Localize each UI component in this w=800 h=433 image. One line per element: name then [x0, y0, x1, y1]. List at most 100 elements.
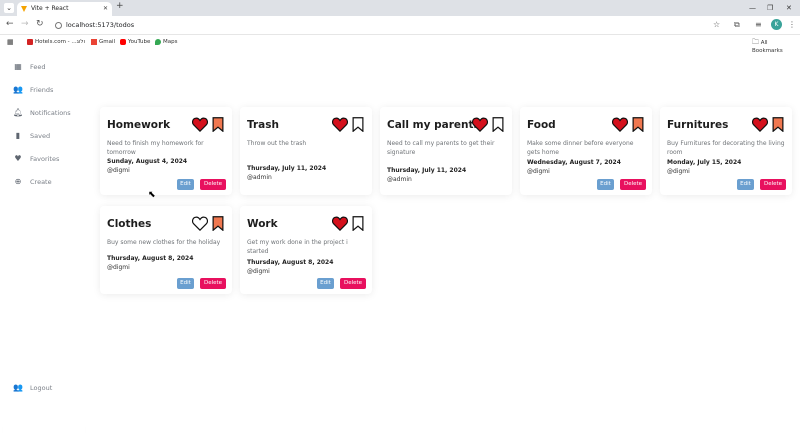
gmail-icon	[91, 38, 97, 45]
menu-icon[interactable]: ⋮	[788, 20, 796, 29]
heart-icon[interactable]	[191, 216, 209, 232]
profile-avatar[interactable]: K	[771, 19, 782, 30]
todo-title: Furnitures	[667, 119, 729, 131]
site-info-icon[interactable]	[55, 22, 62, 29]
edit-button[interactable]: Edit	[317, 278, 334, 289]
todo-author: @digmi	[107, 167, 130, 174]
minimize-icon[interactable]: —	[749, 0, 756, 16]
bookmark-icon[interactable]	[352, 117, 364, 133]
bookmark-label: Maps	[163, 39, 178, 45]
window-close-icon[interactable]: ✕	[786, 0, 792, 16]
sidebar-item-label: Notifications	[30, 109, 71, 117]
youtube-icon	[120, 38, 126, 45]
delete-button[interactable]: Delete	[200, 278, 226, 289]
star-icon[interactable]: ☆	[713, 20, 720, 29]
media-icon[interactable]: ≡	[755, 20, 762, 29]
delete-button[interactable]: Delete	[620, 179, 646, 190]
sidebar-item-saved[interactable]: ▮ Saved	[13, 131, 50, 141]
sidebar-item-favorites[interactable]: ♥ Favorites	[13, 154, 59, 164]
bookmark-icon[interactable]	[212, 216, 224, 232]
heart-icon[interactable]	[331, 216, 349, 232]
todo-title: Clothes	[107, 218, 152, 230]
tab-close-icon[interactable]: ✕	[103, 2, 108, 16]
todo-author: @digmi	[667, 168, 690, 175]
address-bar-row: ← → ↻ localhost:5173/todos ☆ ⧉ ≡ K ⋮	[0, 16, 800, 35]
sidebar-item-label: Friends	[30, 86, 54, 94]
todo-title: Homework	[107, 119, 171, 131]
bell-icon: 🔔︎	[13, 108, 24, 117]
todo-description: Buy Furnitures for decorating the living…	[667, 140, 785, 156]
folder-icon: 🗀	[752, 38, 759, 46]
delete-button[interactable]: Delete	[340, 278, 366, 289]
todo-description: Throw out the trash	[247, 140, 307, 147]
sidebar: ▦ Feed 👥 Friends 🔔︎ Notifications ▮ Saved ♥ F…	[0, 49, 90, 433]
todo-card: Work Get my work done in the project i s…	[240, 206, 372, 294]
todo-description: Make some dinner before everyone gets ho…	[527, 140, 634, 156]
todo-author: @admin	[247, 174, 272, 181]
todo-author: @digmi	[107, 264, 130, 271]
sidebar-item-notifications[interactable]: 🔔︎ Notifications	[13, 108, 71, 118]
todo-author: @digmi	[247, 268, 270, 275]
sidebar-item-feed[interactable]: ▦ Feed	[13, 62, 45, 72]
sidebar-item-create[interactable]: ⊕ Create	[13, 177, 52, 187]
bookmark-icon[interactable]	[492, 117, 504, 133]
todo-author: @admin	[387, 176, 412, 183]
hotels-icon	[27, 38, 33, 45]
heart-icon[interactable]	[751, 117, 769, 133]
bookmark-label: YouTube	[128, 39, 151, 45]
heart-icon[interactable]	[331, 117, 349, 133]
browser-tab[interactable]: Vite + React ✕	[17, 2, 112, 16]
todo-title: Call my parents	[387, 119, 480, 131]
todo-date: Thursday, July 11, 2024	[387, 167, 467, 174]
heart-icon[interactable]	[191, 117, 209, 133]
heart-icon[interactable]	[471, 117, 489, 133]
sidebar-item-friends[interactable]: 👥 Friends	[13, 85, 53, 95]
sidebar-item-label: Create	[30, 178, 52, 186]
delete-button[interactable]: Delete	[200, 179, 226, 190]
todo-title: Work	[247, 218, 278, 230]
sidebar-divider	[3, 421, 85, 433]
bookmark-icon[interactable]	[352, 216, 364, 232]
heart-icon[interactable]	[611, 117, 629, 133]
new-tab-icon[interactable]: +	[116, 1, 124, 11]
bookmark-gmail[interactable]: Gmail	[91, 38, 115, 46]
bookmark-icon[interactable]	[772, 117, 784, 133]
logout-button[interactable]: 👥 Logout	[13, 383, 52, 393]
browser-tab-bar: ⌄ Vite + React ✕ + — ❐ ✕	[0, 0, 800, 16]
todo-card: Trash Throw out the trash Thursday, July…	[240, 107, 372, 195]
bookmark-hotels[interactable]: Hotels.com - ...ולוג	[27, 38, 85, 46]
maps-icon	[155, 38, 161, 45]
bookmark-youtube[interactable]: YouTube	[120, 38, 150, 46]
back-icon[interactable]: ←	[6, 19, 14, 29]
delete-button[interactable]: Delete	[760, 179, 786, 190]
bookmark-label: Hotels.com - ...ולוג	[35, 39, 86, 45]
reload-icon[interactable]: ↻	[36, 19, 44, 29]
todo-date: Thursday, August 8, 2024	[247, 259, 334, 266]
todo-card: Food Make some dinner before everyone ge…	[520, 107, 652, 195]
bookmark-icon[interactable]	[632, 117, 644, 133]
extensions-icon[interactable]: ⧉	[734, 20, 740, 30]
todo-card: Clothes Buy some new clothes for the hol…	[100, 206, 232, 294]
dashboard-icon: ▦	[14, 62, 22, 71]
bookmark-maps[interactable]: Maps	[155, 38, 177, 46]
edit-button[interactable]: Edit	[737, 179, 754, 190]
forward-icon[interactable]: →	[21, 19, 29, 29]
todo-date: Thursday, August 8, 2024	[107, 255, 194, 262]
bookmark-icon[interactable]	[212, 117, 224, 133]
url-field[interactable]: localhost:5173/todos	[52, 19, 702, 32]
maximize-icon[interactable]: ❐	[767, 0, 773, 16]
todo-date: Sunday, August 4, 2024	[107, 158, 188, 165]
todo-title: Food	[527, 119, 556, 131]
todo-card: Furnitures Buy Furnitures for decorating…	[660, 107, 792, 195]
tab-search-icon[interactable]: ⌄	[4, 3, 14, 13]
todo-description: Need to call my parents to get their sig…	[387, 140, 495, 156]
sidebar-item-label: Favorites	[30, 155, 60, 163]
todo-date: Thursday, July 11, 2024	[247, 165, 327, 172]
tab-title: Vite + React	[31, 5, 69, 12]
app-main: ▦ Feed 👥 Friends 🔔︎ Notifications ▮ Saved ♥ F…	[0, 49, 800, 433]
edit-button[interactable]: Edit	[177, 278, 194, 289]
apps-grid-icon[interactable]: ▦	[7, 38, 14, 46]
edit-button[interactable]: Edit	[597, 179, 614, 190]
bookmarks-bar: ▦ Hotels.com - ...ולוג Gmail YouTube Map…	[0, 35, 800, 54]
edit-button[interactable]: Edit	[177, 179, 194, 190]
